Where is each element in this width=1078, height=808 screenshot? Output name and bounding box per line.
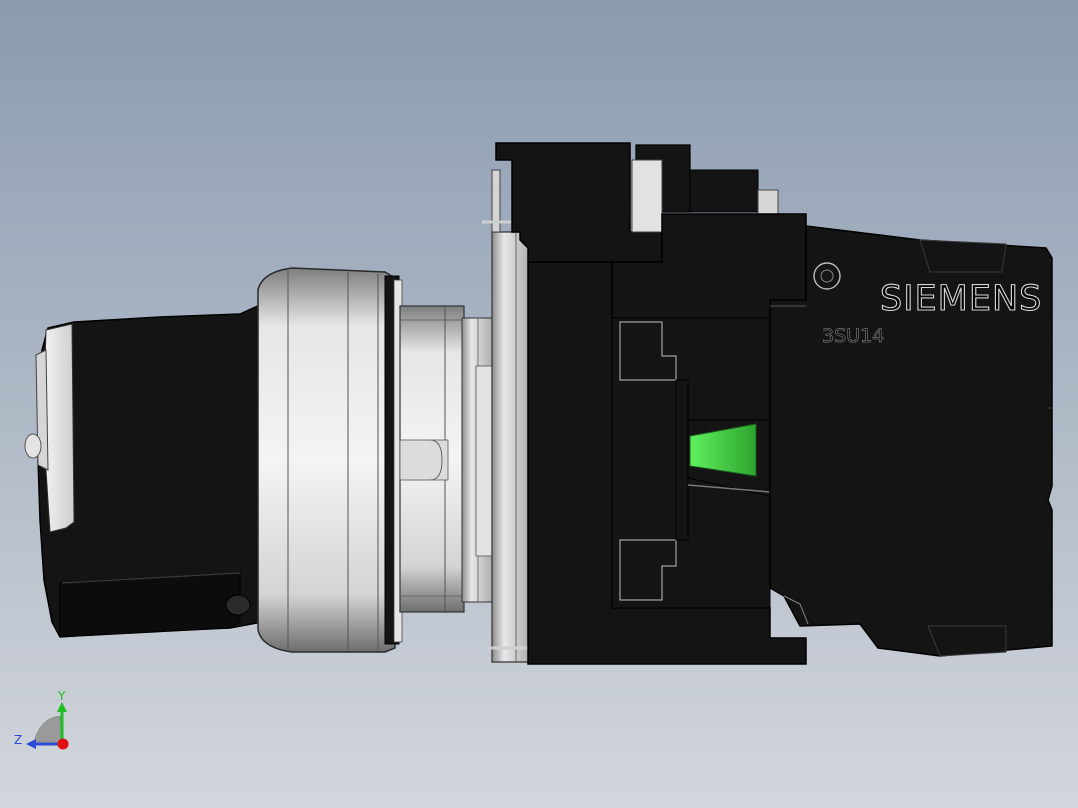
y-axis-arrow-icon xyxy=(57,702,67,712)
holder-body xyxy=(495,142,807,665)
y-axis-label: Y xyxy=(57,689,66,703)
z-axis-label: Z xyxy=(14,733,22,747)
cad-viewport[interactable]: SIEMENS 3SU14 Y Z xyxy=(0,0,1078,808)
view-triad[interactable]: Y Z xyxy=(14,689,69,750)
front-bezel xyxy=(257,267,403,653)
brand-label: SIEMENS xyxy=(880,279,1042,319)
selector-switch-model[interactable]: SIEMENS 3SU14 Y Z xyxy=(0,0,1078,808)
part-code-label: 3SU14 xyxy=(822,325,884,347)
selector-knob[interactable] xyxy=(24,302,263,638)
mounting-neck xyxy=(399,305,495,613)
contact-block: SIEMENS 3SU14 xyxy=(769,225,1053,657)
z-axis-arrow-icon xyxy=(26,739,36,749)
triad-arc xyxy=(33,715,63,743)
x-axis-dot xyxy=(57,738,69,750)
